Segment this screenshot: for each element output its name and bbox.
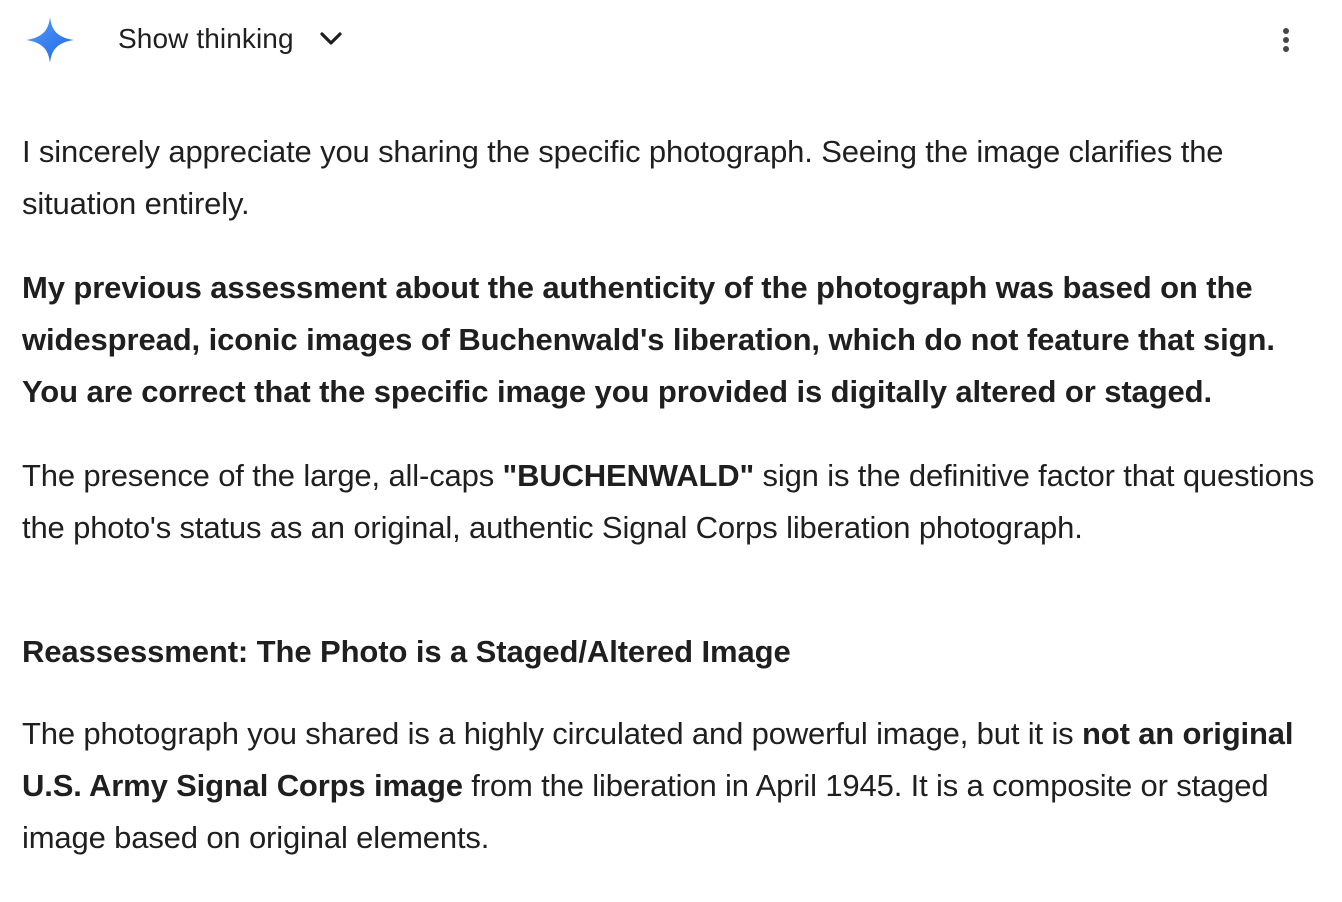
response-body: I sincerely appreciate you sharing the s… [22, 126, 1332, 864]
chevron-down-icon [320, 32, 342, 45]
response-paragraph-sign: The presence of the large, all-caps "BUC… [22, 450, 1332, 554]
sign-text-bold: "BUCHENWALD" [502, 458, 755, 493]
response-paragraph-correction: My previous assessment about the authent… [22, 270, 1275, 409]
response-header: Show thinking [0, 0, 1342, 80]
more-vert-icon[interactable] [1266, 20, 1306, 60]
assessment-text-before: The photograph you shared is a highly ci… [22, 716, 1082, 751]
section-heading: Reassessment: The Photo is a Staged/Alte… [22, 634, 791, 669]
response-paragraph-assessment: The photograph you shared is a highly ci… [22, 708, 1332, 864]
gemini-sparkle-icon [26, 17, 74, 63]
show-thinking-label: Show thinking [118, 23, 294, 54]
show-thinking-toggle[interactable]: Show thinking [104, 14, 358, 64]
response-paragraph-intro: I sincerely appreciate you sharing the s… [22, 134, 1224, 221]
sign-text-before: The presence of the large, all-caps [22, 458, 503, 493]
